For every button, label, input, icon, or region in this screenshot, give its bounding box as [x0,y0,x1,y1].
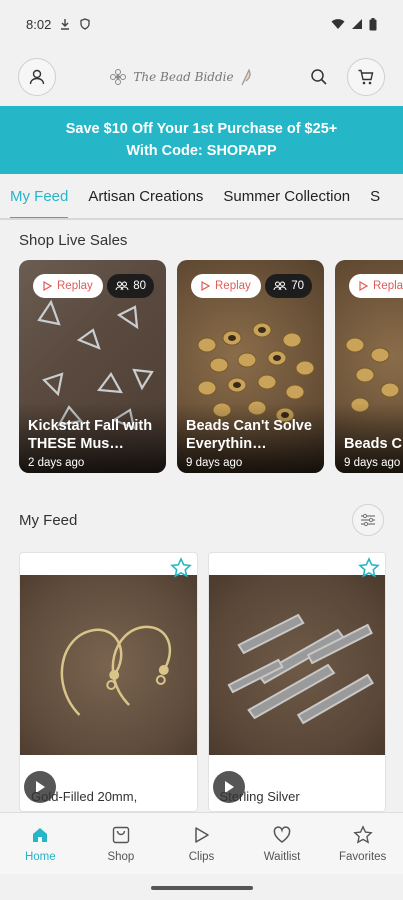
play-outline-icon [359,281,368,291]
promo-line-1: Save $10 Off Your 1st Purchase of $25+ [65,121,338,137]
bottom-nav: Home Shop Clips Waitlist Favorites [0,812,403,874]
flower-icon [110,69,127,85]
viewers-icon [273,281,287,291]
signal-icon [352,19,362,29]
replay-label: Replay [215,280,251,292]
live-sales-title: Shop Live Sales [19,232,128,249]
nav-waitlist[interactable]: Waitlist [246,825,318,863]
nav-waitlist-label: Waitlist [263,850,301,863]
status-bar: 8:02 [0,0,403,48]
feed-header: My Feed [0,476,403,542]
brand-logo: The Bead Biddie [109,68,251,86]
filter-button[interactable] [352,504,384,536]
nav-clips[interactable]: Clips [165,825,237,863]
product-name: Sterling Silver [219,789,300,804]
nav-shop-label: Shop [107,850,135,863]
feather-icon [241,68,251,86]
viewers-count: 80 [133,280,146,292]
nav-favorites[interactable]: Favorites [327,824,399,863]
tab-partial[interactable]: S [370,174,380,218]
replay-label: Replay [57,280,93,292]
live-sales-carousel: Replay 80 Kickstart Fall with THESE Mus…… [0,260,403,476]
cart-icon [358,69,374,85]
play-outline-icon [195,826,210,843]
shield-icon [80,18,90,30]
tab-my-feed[interactable]: My Feed [10,174,69,218]
product-grid: Gold-Filled 20mm, Sterling Silver [0,552,403,812]
top-actions [305,58,385,96]
replay-badge: Replay [191,274,261,298]
live-card-time: 9 days ago [344,457,401,469]
product-name: Gold-Filled 20mm, [31,789,138,804]
star-icon [352,824,373,844]
live-card-time: 2 days ago [28,457,85,469]
live-card-title: Beads C Solve Ev [344,436,403,452]
heart-icon [273,825,291,843]
feed-title: My Feed [19,511,78,529]
product-image [208,575,385,755]
product-image [20,575,197,755]
home-icon [33,827,48,842]
status-time: 8:02 [26,16,52,32]
wifi-icon [331,19,345,29]
tab-artisan-creations[interactable]: Artisan Creations [88,174,203,218]
home-indicator[interactable] [151,886,253,890]
play-outline-icon [43,281,52,291]
search-icon [311,69,327,85]
play-outline-icon [201,281,210,291]
viewers-count: 70 [291,280,304,292]
earring-hooks-image [60,625,172,716]
shop-icon [112,826,130,843]
nav-home[interactable]: Home [4,825,76,863]
battery-icon [369,17,377,30]
promo-banner[interactable]: Save $10 Off Your 1st Purchase of $25+ W… [0,106,403,174]
account-button[interactable] [18,58,56,96]
nav-favorites-label: Favorites [339,850,387,863]
category-tabs: My Feed Artisan Creations Summer Collect… [0,174,403,220]
live-card-title: Kickstart Fall with THESE Mus… [28,418,153,452]
live-card-time: 9 days ago [186,457,243,469]
live-card[interactable]: Replay 80 Kickstart Fall with THESE Mus…… [19,260,166,473]
top-bar: The Bead Biddie [0,48,403,106]
viewers-badge: 80 [107,274,154,298]
tab-summer-collection[interactable]: Summer Collection [223,174,350,218]
viewers-badge: 70 [265,274,312,298]
live-card[interactable]: Replay 70 Beads Can't Solve Everythin… 9… [177,260,324,473]
live-card-title: Beads Can't Solve Everythin… [186,418,312,452]
favorite-star-icon[interactable] [169,557,192,579]
nav-shop[interactable]: Shop [85,825,157,863]
download-icon [61,19,70,30]
brand-name: The Bead Biddie [133,70,234,84]
status-left: 8:02 [26,17,91,32]
promo-line-2: With Code: SHOPAPP [126,143,277,159]
product-card[interactable]: Gold-Filled 20mm, [19,552,198,812]
sliders-icon [361,513,375,527]
user-icon [29,69,45,85]
replay-badge: Replay [33,274,103,298]
nav-home-label: Home [24,850,56,863]
nav-clips-label: Clips [188,850,215,863]
cart-button[interactable] [347,58,385,96]
silver-links-image [226,613,374,725]
status-right [331,17,377,31]
replay-label: Repla [373,280,403,292]
favorite-star-icon[interactable] [358,557,380,579]
replay-badge: Repla [349,274,403,298]
search-button[interactable] [305,63,333,91]
product-card[interactable]: Sterling Silver [207,552,386,812]
live-card[interactable]: Repla Beads C Solve Ev 9 days ago [335,260,403,473]
viewers-icon [115,281,129,291]
